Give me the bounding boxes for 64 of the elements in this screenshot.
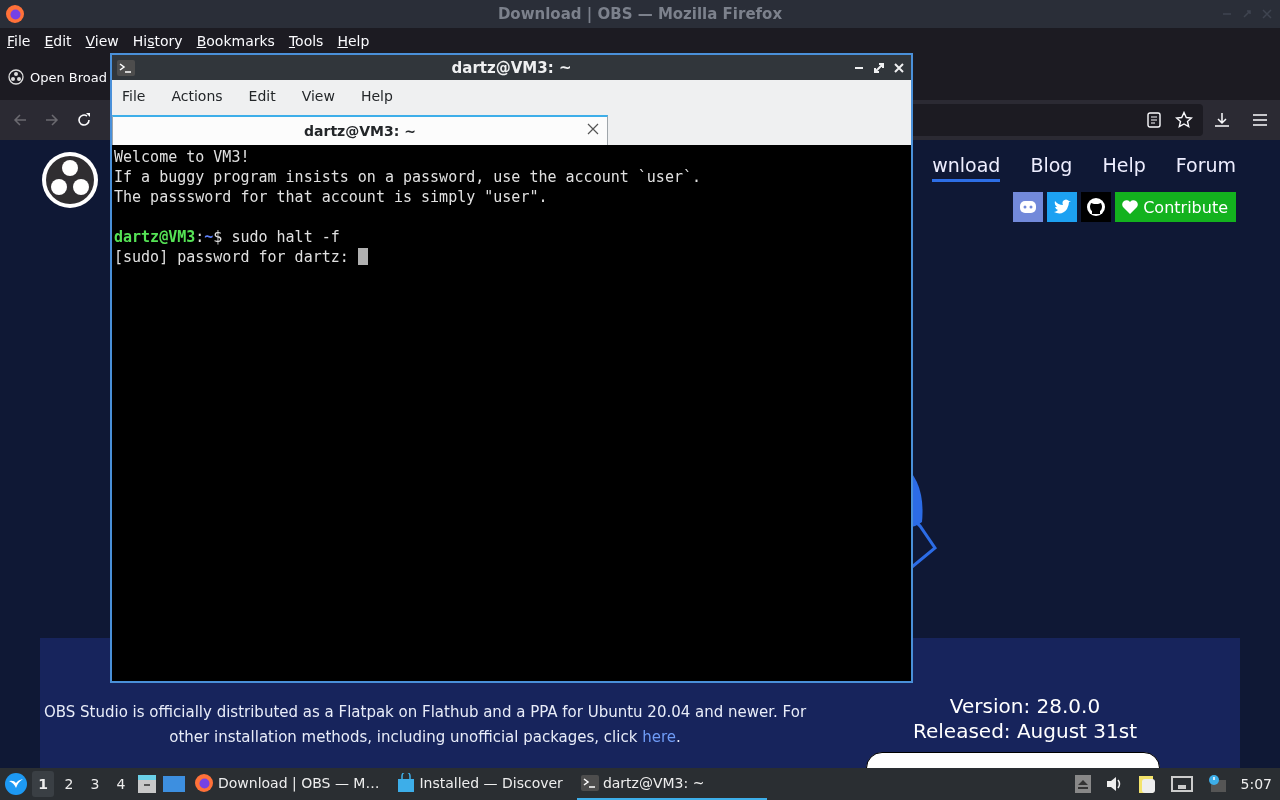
- shopping-bag-icon: [397, 773, 416, 793]
- menu-item[interactable]: Help: [360, 88, 393, 104]
- reader-view-icon[interactable]: [1147, 112, 1161, 128]
- obs-logo-icon[interactable]: [40, 150, 100, 210]
- heart-icon: [1121, 199, 1140, 215]
- nav-link[interactable]: wnload: [932, 154, 1001, 182]
- terminal-tab[interactable]: dartz@VM3: ~: [112, 115, 608, 145]
- menu-item[interactable]: Bookmarks: [196, 33, 275, 49]
- terminal-line: [sudo] password for dartz:: [114, 248, 350, 266]
- menu-item[interactable]: Help: [337, 33, 370, 49]
- release-date: Released: August 31st: [913, 719, 1137, 744]
- close-icon[interactable]: [587, 123, 599, 135]
- file-cabinet-icon[interactable]: [136, 773, 158, 795]
- firefox-icon: [5, 4, 25, 24]
- obs-logo-icon: [8, 69, 24, 85]
- speaker-icon[interactable]: [1104, 775, 1123, 793]
- reload-icon[interactable]: [76, 112, 92, 128]
- nav-link[interactable]: Forum: [1175, 154, 1236, 182]
- workspace-button[interactable]: 4: [110, 771, 132, 797]
- terminal-line: The passsword for that account is simply "user".: [114, 187, 549, 207]
- menu-item[interactable]: History: [132, 33, 183, 49]
- terminal-icon: [580, 775, 599, 791]
- network-icon[interactable]: [1170, 775, 1193, 793]
- forward-icon[interactable]: [44, 112, 60, 128]
- menu-item[interactable]: File: [122, 88, 146, 104]
- workspace-button[interactable]: 2: [58, 771, 80, 797]
- window-title: dartz@VM3: ~: [450, 58, 573, 77]
- workspace-button[interactable]: 3: [84, 771, 106, 797]
- window-title: Download | OBS — Mozilla Firefox: [496, 5, 784, 23]
- notification-icon[interactable]: [1206, 774, 1227, 794]
- menu-item[interactable]: View: [301, 88, 335, 104]
- text-cursor: [357, 248, 368, 265]
- menu-item[interactable]: Edit: [248, 88, 276, 104]
- desktop-icon[interactable]: [162, 773, 186, 795]
- clock[interactable]: 5:07: [1240, 776, 1272, 792]
- bird-icon[interactable]: [4, 772, 28, 796]
- clipboard-icon[interactable]: [1136, 774, 1157, 794]
- bookmark-item[interactable]: Open Broad: [8, 69, 107, 85]
- menu-icon[interactable]: [1252, 113, 1268, 127]
- nav-link[interactable]: Blog: [1030, 154, 1073, 182]
- chat-bubble-icon[interactable]: [1013, 192, 1044, 222]
- here-link[interactable]: here: [642, 728, 676, 746]
- bird-icon[interactable]: [1047, 192, 1078, 222]
- terminal-icon: [117, 59, 135, 76]
- eject-icon[interactable]: [1074, 775, 1091, 793]
- task-button[interactable]: Installed — Discover: [393, 768, 573, 800]
- terminal-line: Welcome to VM3!: [114, 147, 251, 167]
- terminal-line: If a buggy program insists on a password, use the account `user`.: [114, 167, 702, 187]
- menu-item[interactable]: File: [7, 33, 31, 49]
- star-icon[interactable]: [1175, 111, 1193, 129]
- task-button[interactable]: Download | OBS — M…: [190, 768, 390, 800]
- nav-link[interactable]: Help: [1102, 154, 1146, 182]
- firefox-icon: [194, 773, 214, 793]
- menu-item[interactable]: Tools: [288, 33, 324, 49]
- menu-item[interactable]: Actions: [171, 88, 223, 104]
- menu-item[interactable]: Edit: [44, 33, 72, 49]
- workspace-button[interactable]: 1: [32, 771, 54, 797]
- cat-silhouette-icon[interactable]: [1081, 192, 1112, 222]
- task-button[interactable]: dartz@VM3: ~: [576, 768, 767, 800]
- version-text: Version: 28.0.0: [949, 694, 1101, 719]
- back-icon[interactable]: [12, 112, 28, 128]
- menu-item[interactable]: View: [85, 33, 119, 49]
- command-line: dartz@VM3:~$ sudo halt -f: [114, 227, 341, 247]
- download-icon[interactable]: [1214, 112, 1230, 128]
